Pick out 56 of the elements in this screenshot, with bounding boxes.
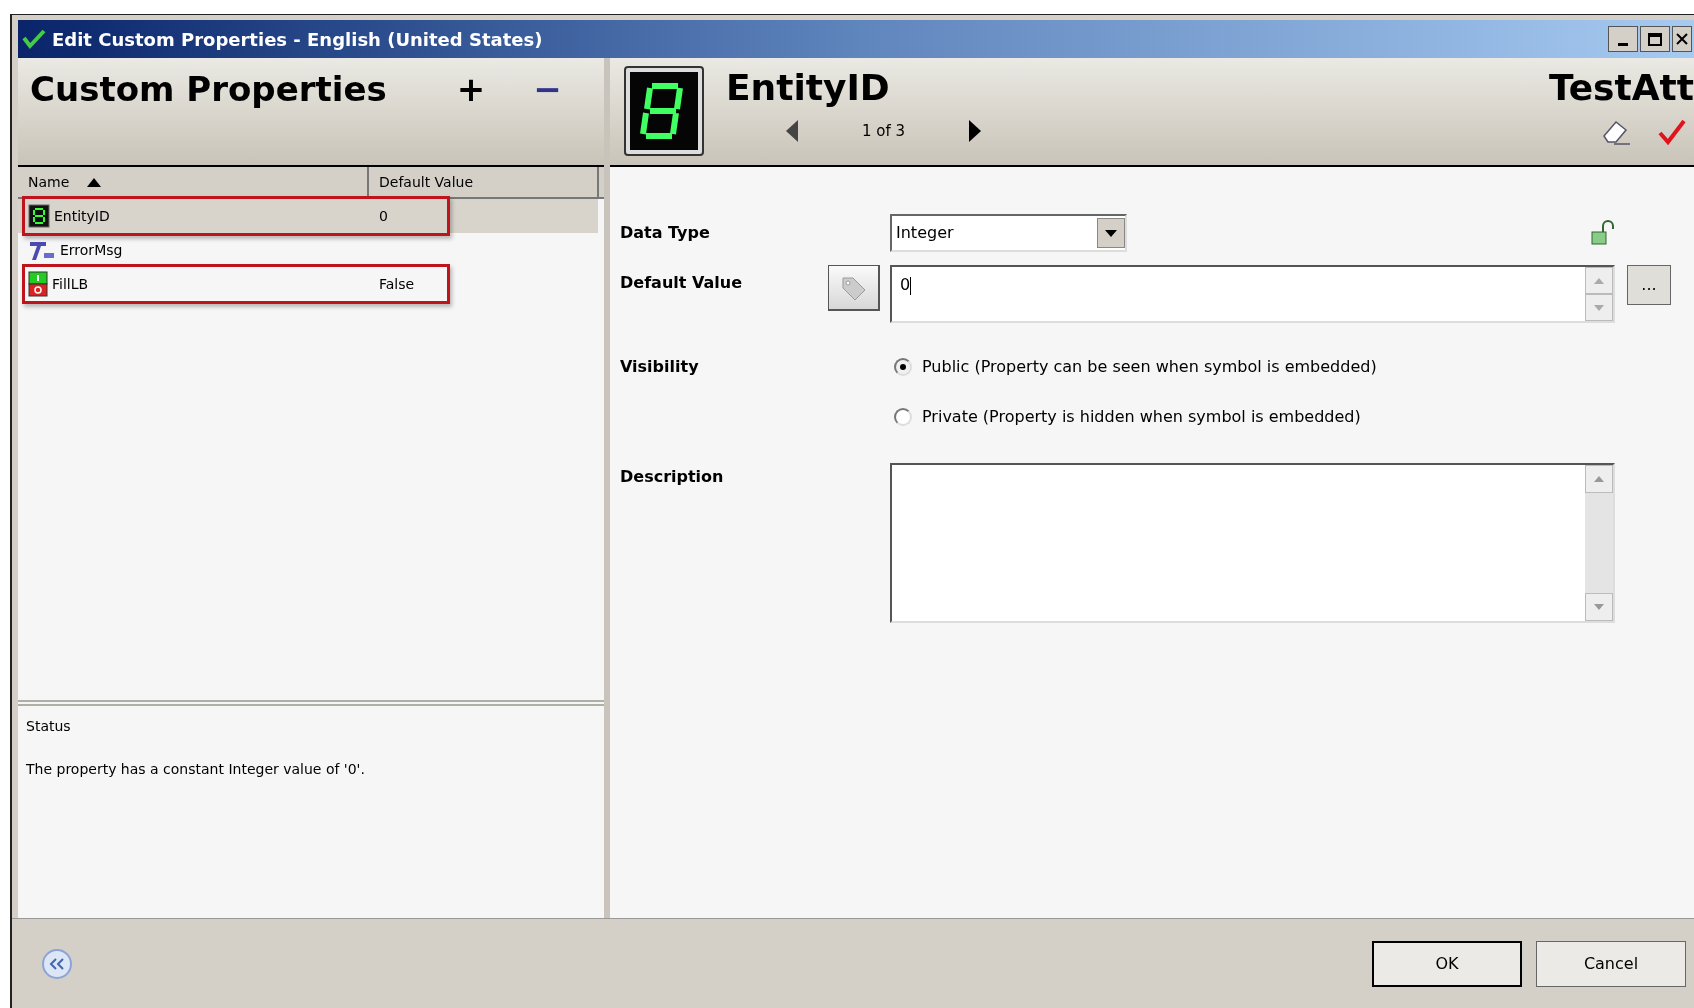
symbol-name: TestAtt bbox=[1548, 66, 1694, 110]
data-type-dropdown[interactable]: Integer bbox=[890, 214, 1127, 252]
switch-icon bbox=[28, 271, 48, 297]
default-value-field[interactable]: 0 bbox=[890, 265, 1615, 323]
field-label: Data Type bbox=[620, 222, 711, 244]
dialog-button[interactable]: OK bbox=[1372, 940, 1522, 987]
next-button[interactable] bbox=[969, 120, 982, 143]
scrollbar[interactable] bbox=[1585, 267, 1613, 321]
digit-icon bbox=[28, 204, 50, 228]
field-label: Description bbox=[620, 466, 725, 488]
property-row[interactable]: ErrorMsg bbox=[18, 233, 598, 267]
check-icon bbox=[22, 28, 48, 50]
column-header[interactable]: Default Value bbox=[369, 167, 599, 197]
browse-button[interactable]: ... bbox=[1627, 265, 1671, 305]
radio-label[interactable]: Private (Property is hidden when symbol is embedded) bbox=[922, 405, 1361, 429]
down-arrow-icon bbox=[1594, 604, 1604, 610]
up-arrow-icon bbox=[1594, 277, 1604, 284]
collapse-button[interactable] bbox=[42, 948, 72, 979]
property-value: False bbox=[378, 274, 415, 294]
record-counter: 1 of 3 bbox=[862, 121, 906, 142]
field-label: Default Value bbox=[620, 272, 743, 294]
status-message: The property has a constant Integer value of '0'. bbox=[26, 760, 366, 779]
property-name: EntityID bbox=[54, 206, 110, 226]
maximize-button[interactable] bbox=[1640, 26, 1670, 52]
dropdown-arrow-icon bbox=[1105, 229, 1117, 237]
window-title: Edit Custom Properties - English (United States) bbox=[52, 27, 543, 52]
digit-display-icon bbox=[624, 66, 704, 156]
field-label: Visibility bbox=[620, 356, 700, 378]
panel-title: Custom Properties bbox=[30, 68, 387, 111]
previous-button[interactable] bbox=[786, 120, 798, 143]
add-button[interactable]: + bbox=[456, 64, 486, 114]
column-header[interactable]: Name bbox=[18, 167, 369, 197]
up-arrow-icon bbox=[1594, 476, 1604, 482]
checkmark-icon[interactable] bbox=[1658, 118, 1686, 146]
tag-button[interactable] bbox=[828, 265, 880, 311]
property-value: 0 bbox=[378, 206, 388, 226]
close-button[interactable] bbox=[1672, 26, 1692, 52]
radio-label[interactable]: Public (Property can be seen when symbol is embedded) bbox=[922, 355, 1377, 379]
radio-button[interactable] bbox=[894, 358, 912, 376]
description-field[interactable] bbox=[890, 463, 1615, 623]
close-icon bbox=[1676, 33, 1688, 45]
property-row[interactable]: EntityID 0 bbox=[18, 199, 598, 233]
sort-ascending-icon bbox=[87, 177, 102, 187]
text-type-icon bbox=[28, 239, 56, 261]
double-chevron-left-icon bbox=[49, 957, 65, 970]
remove-button[interactable]: − bbox=[533, 64, 562, 114]
radio-button[interactable] bbox=[894, 408, 912, 426]
eraser-icon[interactable] bbox=[1600, 118, 1632, 146]
dialog-button[interactable]: Cancel bbox=[1536, 940, 1686, 987]
property-name: FillLB bbox=[52, 274, 89, 294]
status-title: Status bbox=[26, 717, 72, 736]
minimize-button[interactable] bbox=[1608, 26, 1638, 52]
down-arrow-icon bbox=[1594, 304, 1604, 311]
scrollbar[interactable] bbox=[1585, 465, 1613, 621]
property-name: ErrorMsg bbox=[60, 240, 123, 260]
property-title: EntityID bbox=[726, 66, 891, 110]
